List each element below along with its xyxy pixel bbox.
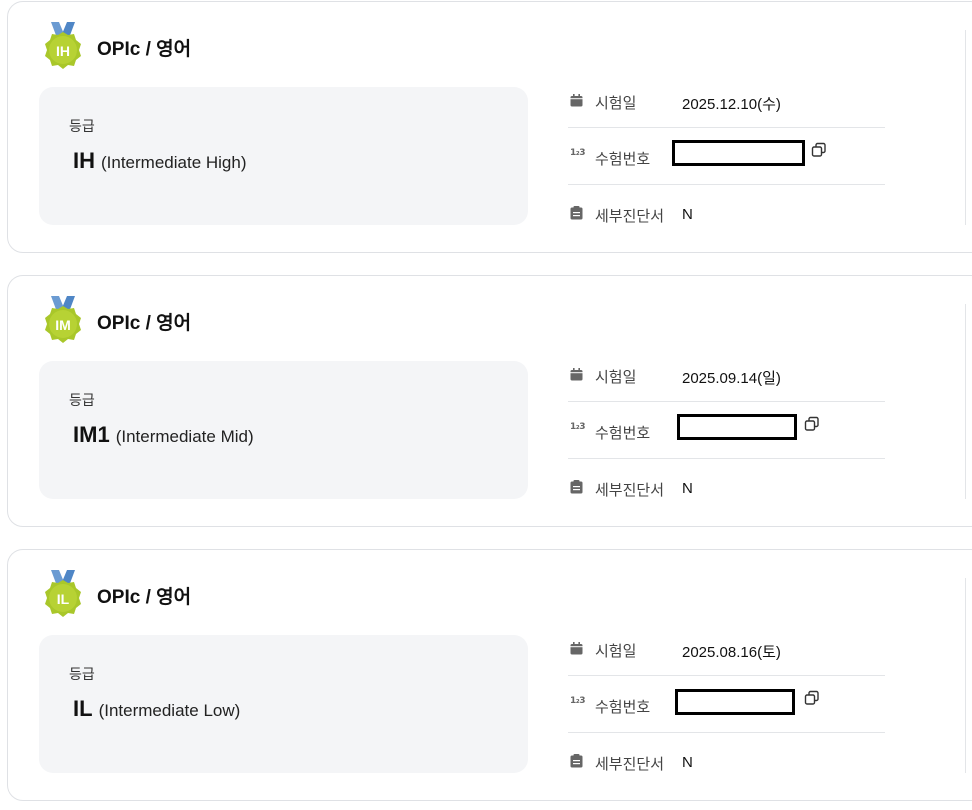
grade-box: 등급 IH (Intermediate High) xyxy=(39,87,528,225)
grade-code: IL xyxy=(73,696,93,721)
medal-badge-text: IL xyxy=(56,591,70,607)
copy-icon[interactable] xyxy=(804,690,820,706)
grade-label: 등급 xyxy=(69,393,95,409)
card-title: OPIc / 영어 xyxy=(97,39,192,60)
redacted-exam-number xyxy=(672,140,805,166)
copy-icon[interactable] xyxy=(811,142,827,158)
vertical-divider xyxy=(965,304,966,499)
divider xyxy=(568,401,885,402)
detail-report-value: N xyxy=(682,480,693,497)
result-card: IH OPIc / 영어 등급 IH (Intermediate High) 시험… xyxy=(7,1,972,253)
exam-date-value: 2025.08.16(토) xyxy=(682,644,781,661)
redacted-exam-number xyxy=(675,689,795,715)
exam-date-value: 2025.09.14(일) xyxy=(682,370,781,387)
grade-value: IM1 (Intermediate Mid) xyxy=(73,422,254,448)
grade-value: IL (Intermediate Low) xyxy=(73,696,240,722)
grade-description: (Intermediate Mid) xyxy=(115,427,254,446)
divider xyxy=(568,732,885,733)
exam-number-row: 1₂3 수험번호 xyxy=(568,414,885,479)
result-card: IM OPIc / 영어 등급 IM1 (Intermediate Mid) 시험… xyxy=(7,275,972,527)
card-title: OPIc / 영어 xyxy=(97,313,192,334)
number-icon: 1₂3 xyxy=(570,696,585,706)
divider xyxy=(568,458,885,459)
grade-box: 등급 IM1 (Intermediate Mid) xyxy=(39,361,528,499)
divider xyxy=(568,127,885,128)
grade-label: 등급 xyxy=(69,119,95,135)
exam-number-label: 수험번호 xyxy=(595,424,651,442)
grade-description: (Intermediate High) xyxy=(101,153,247,172)
result-card: IL OPIc / 영어 등급 IL (Intermediate Low) 시험일… xyxy=(7,549,972,801)
detail-report-row: 세부진단서 N xyxy=(568,479,885,536)
vertical-divider xyxy=(965,578,966,773)
grade-code: IH xyxy=(73,148,95,173)
exam-date-value: 2025.12.10(수) xyxy=(682,96,781,113)
grade-description: (Intermediate Low) xyxy=(98,701,241,720)
medal-icon: IM xyxy=(41,296,85,350)
vertical-divider xyxy=(965,30,966,225)
card-title: OPIc / 영어 xyxy=(97,587,192,608)
grade-code: IM1 xyxy=(73,422,110,447)
exam-date-label: 시험일 xyxy=(595,94,637,112)
divider xyxy=(568,184,885,185)
detail-report-row: 세부진단서 N xyxy=(568,205,885,262)
exam-number-row: 1₂3 수험번호 xyxy=(568,140,885,205)
detail-report-label: 세부진단서 xyxy=(595,481,665,499)
clipboard-icon xyxy=(570,479,584,494)
detail-report-row: 세부진단서 N xyxy=(568,753,885,810)
exam-number-label: 수험번호 xyxy=(595,698,651,716)
detail-report-label: 세부진단서 xyxy=(595,207,665,225)
number-icon: 1₂3 xyxy=(570,422,585,432)
detail-report-label: 세부진단서 xyxy=(595,755,665,773)
medal-icon: IL xyxy=(41,570,85,624)
medal-badge-text: IH xyxy=(56,43,70,59)
exam-date-label: 시험일 xyxy=(595,642,637,660)
grade-box: 등급 IL (Intermediate Low) xyxy=(39,635,528,773)
medal-badge-text: IM xyxy=(55,317,71,333)
grade-value: IH (Intermediate High) xyxy=(73,148,247,174)
number-icon: 1₂3 xyxy=(570,148,585,158)
calendar-icon xyxy=(570,640,584,655)
divider xyxy=(568,675,885,676)
calendar-icon xyxy=(570,92,584,107)
grade-label: 등급 xyxy=(69,667,95,683)
exam-number-row: 1₂3 수험번호 xyxy=(568,689,885,753)
detail-report-value: N xyxy=(682,754,693,771)
clipboard-icon xyxy=(570,753,584,768)
detail-report-value: N xyxy=(682,206,693,223)
clipboard-icon xyxy=(570,205,584,220)
copy-icon[interactable] xyxy=(804,416,820,432)
calendar-icon xyxy=(570,366,584,381)
redacted-exam-number xyxy=(677,414,797,440)
exam-number-label: 수험번호 xyxy=(595,150,651,168)
medal-icon: IH xyxy=(41,22,85,76)
exam-date-label: 시험일 xyxy=(595,368,637,386)
